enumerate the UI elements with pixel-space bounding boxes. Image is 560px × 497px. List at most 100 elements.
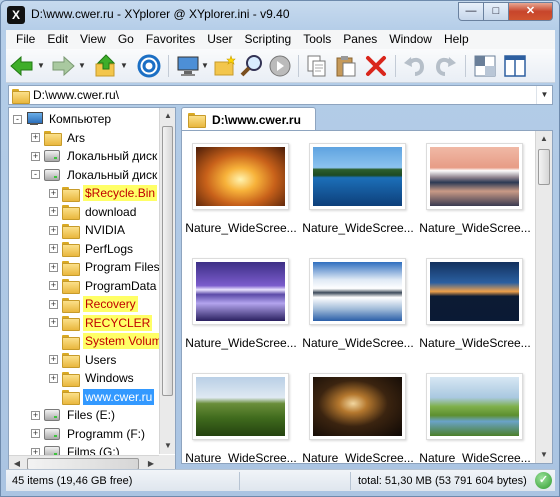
scroll-up-icon[interactable]: ▲ bbox=[536, 131, 552, 147]
expand-icon[interactable]: + bbox=[49, 355, 58, 364]
delete-button[interactable] bbox=[364, 54, 388, 78]
thumbnail-frame[interactable] bbox=[426, 143, 523, 210]
up-button[interactable] bbox=[94, 54, 118, 78]
thumbnail-frame[interactable] bbox=[426, 373, 523, 440]
tree-item[interactable]: System Volume Ir bbox=[49, 332, 175, 350]
scroll-down-icon[interactable]: ▼ bbox=[160, 438, 175, 454]
address-dropdown-icon[interactable]: ▼ bbox=[536, 86, 552, 104]
new-folder-button[interactable] bbox=[213, 54, 237, 78]
menu-view[interactable]: View bbox=[74, 30, 112, 49]
menu-panes[interactable]: Panes bbox=[337, 30, 383, 49]
minimize-button[interactable]: — bbox=[458, 2, 484, 21]
tree-item[interactable]: + $Recycle.Bin bbox=[49, 184, 158, 202]
thumbnail-frame[interactable] bbox=[192, 373, 289, 440]
xyplorer-app-icon[interactable]: X bbox=[7, 6, 25, 24]
tree-item[interactable]: - Локальный диск (D:) bbox=[31, 166, 175, 184]
tree-item[interactable]: - Компьютер bbox=[13, 110, 113, 128]
tree-item[interactable]: + Programm (F:) bbox=[31, 425, 147, 443]
status-ok-icon[interactable]: ✓ bbox=[535, 472, 552, 489]
tree-item[interactable]: + download bbox=[49, 203, 138, 221]
dual-pane-button[interactable] bbox=[503, 54, 527, 78]
expand-icon[interactable]: + bbox=[49, 244, 58, 253]
back-button[interactable] bbox=[10, 54, 34, 78]
tree-item[interactable]: + Users bbox=[49, 351, 118, 369]
thumbnail-frame[interactable] bbox=[309, 143, 406, 210]
thumbnail-frame[interactable] bbox=[309, 258, 406, 325]
menu-file[interactable]: File bbox=[10, 30, 41, 49]
menu-scripting[interactable]: Scripting bbox=[239, 30, 298, 49]
list-vertical-scrollbar[interactable]: ▲ ▼ bbox=[535, 131, 552, 463]
thumbnail-frame[interactable] bbox=[192, 258, 289, 325]
single-pane-button[interactable] bbox=[473, 54, 497, 78]
tree-item[interactable]: + Локальный диск (C:) bbox=[31, 147, 175, 165]
close-button[interactable]: ✕ bbox=[509, 2, 553, 21]
expand-icon[interactable]: + bbox=[49, 318, 58, 327]
expand-icon[interactable]: + bbox=[31, 151, 40, 161]
address-bar[interactable]: D:\www.cwer.ru\ ▼ bbox=[8, 85, 553, 105]
thumbnail-frame[interactable] bbox=[309, 373, 406, 440]
tree-item[interactable]: + Program Files bbox=[49, 258, 162, 276]
expand-icon[interactable]: + bbox=[31, 133, 40, 142]
file-item[interactable]: Nature_WideScree... bbox=[419, 366, 531, 463]
collapse-icon[interactable]: - bbox=[13, 114, 22, 124]
expand-icon[interactable]: + bbox=[49, 207, 58, 216]
redo-button[interactable] bbox=[433, 54, 457, 78]
menu-favorites[interactable]: Favorites bbox=[140, 30, 201, 49]
tree-item[interactable]: + ProgramData bbox=[49, 277, 158, 295]
goto-button[interactable] bbox=[137, 54, 161, 78]
scroll-thumb[interactable] bbox=[162, 126, 173, 396]
tree-item[interactable]: + RECYCLER bbox=[49, 314, 153, 332]
computer-dropdown-icon[interactable]: ▼ bbox=[201, 61, 209, 70]
file-item[interactable]: Nature_WideScree... bbox=[302, 251, 414, 355]
thumbnail-frame[interactable] bbox=[192, 143, 289, 210]
tree-vertical-scrollbar[interactable]: ▲ ▼ bbox=[159, 108, 175, 454]
scroll-thumb[interactable] bbox=[538, 149, 550, 185]
tree-item[interactable]: + Windows bbox=[49, 369, 136, 387]
menu-tools[interactable]: Tools bbox=[297, 30, 337, 49]
copy-button[interactable] bbox=[305, 54, 329, 78]
scroll-down-icon[interactable]: ▼ bbox=[536, 447, 552, 463]
expand-icon[interactable]: + bbox=[49, 188, 58, 198]
tree-item[interactable]: + Ars bbox=[31, 129, 87, 147]
address-input[interactable]: D:\www.cwer.ru\ bbox=[33, 88, 119, 102]
menu-help[interactable]: Help bbox=[438, 30, 475, 49]
tab-current-folder[interactable]: D:\www.cwer.ru bbox=[181, 107, 316, 131]
file-item[interactable]: Nature_WideScree... bbox=[419, 251, 531, 355]
undo-button[interactable] bbox=[403, 54, 427, 78]
forward-button[interactable] bbox=[51, 54, 75, 78]
thumbnail-frame[interactable] bbox=[426, 258, 523, 325]
refresh-button[interactable] bbox=[268, 54, 292, 78]
file-item[interactable]: Nature_WideScree... bbox=[302, 136, 414, 240]
forward-dropdown-icon[interactable]: ▼ bbox=[78, 61, 86, 70]
file-item[interactable]: Nature_WideScree... bbox=[419, 136, 531, 240]
file-item[interactable]: Nature_WideScree... bbox=[302, 366, 414, 463]
expand-icon[interactable]: + bbox=[49, 373, 58, 383]
expand-icon[interactable]: + bbox=[31, 429, 40, 438]
title-bar[interactable]: X D:\www.cwer.ru - XYplorer @ XYplorer.i… bbox=[1, 1, 559, 29]
file-item[interactable]: Nature_WideScree... bbox=[185, 366, 297, 463]
expand-icon[interactable]: + bbox=[49, 281, 58, 290]
scroll-up-icon[interactable]: ▲ bbox=[160, 108, 175, 124]
menu-go[interactable]: Go bbox=[112, 30, 140, 49]
collapse-icon[interactable]: - bbox=[31, 170, 40, 179]
paste-button[interactable] bbox=[334, 54, 358, 78]
up-dropdown-icon[interactable]: ▼ bbox=[120, 61, 128, 70]
file-item[interactable]: Nature_WideScree... bbox=[185, 251, 297, 355]
expand-icon[interactable]: + bbox=[49, 225, 58, 235]
tree-item[interactable]: + NVIDIA bbox=[49, 221, 127, 239]
expand-icon[interactable]: + bbox=[49, 299, 58, 309]
menu-window[interactable]: Window bbox=[383, 30, 438, 49]
find-button[interactable] bbox=[240, 54, 264, 78]
tree-item[interactable]: + Files (E:) bbox=[31, 406, 117, 424]
expand-icon[interactable]: + bbox=[31, 410, 40, 420]
expand-icon[interactable]: + bbox=[49, 262, 58, 272]
maximize-button[interactable]: □ bbox=[484, 2, 509, 21]
menu-edit[interactable]: Edit bbox=[41, 30, 74, 49]
tree-item[interactable]: www.cwer.ru bbox=[49, 388, 155, 406]
menu-user[interactable]: User bbox=[201, 30, 238, 49]
tree-item[interactable]: + PerfLogs bbox=[49, 240, 135, 258]
back-dropdown-icon[interactable]: ▼ bbox=[37, 61, 45, 70]
file-item[interactable]: Nature_WideScree... bbox=[185, 136, 297, 240]
computer-button[interactable] bbox=[176, 54, 200, 78]
tree-item[interactable]: + Recovery bbox=[49, 295, 138, 313]
